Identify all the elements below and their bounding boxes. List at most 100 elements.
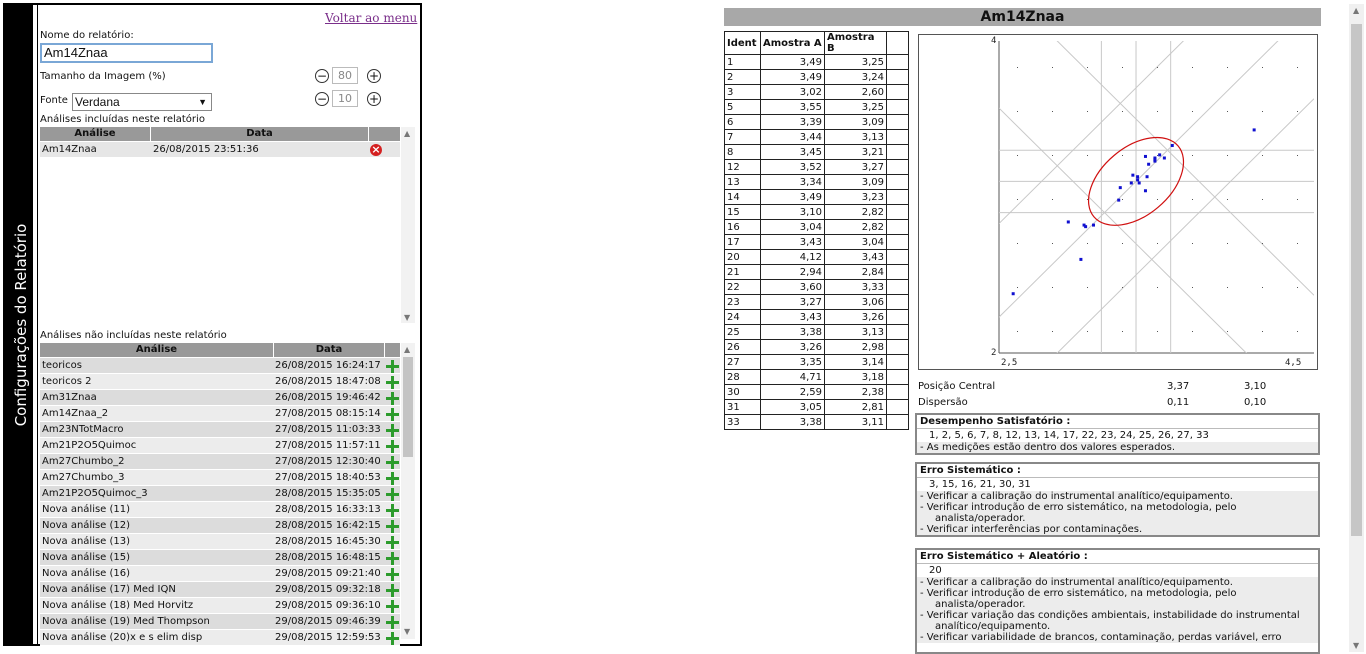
excluded-row[interactable]: Nova análise (17) Med IQN 29/08/2015 09:3…	[40, 582, 400, 598]
scroll-thumb[interactable]	[1351, 24, 1362, 536]
excluded-row[interactable]: Nova análise (20)x e s elim disp 29/08/20…	[40, 630, 400, 646]
font-size-increase-icon[interactable]: +	[367, 92, 381, 106]
add-icon[interactable]	[386, 536, 399, 549]
grid-dot	[1157, 331, 1158, 332]
excluded-row[interactable]: Am14Znaa_2 27/08/2015 08:15:14	[40, 406, 400, 422]
add-icon[interactable]	[386, 472, 399, 485]
excluded-row[interactable]: Nova análise (11) 28/08/2015 16:33:13	[40, 502, 400, 518]
data-point	[1118, 186, 1122, 190]
diagnosis-ids: 20	[917, 564, 1318, 577]
excluded-row[interactable]: Nova análise (12) 28/08/2015 16:42:15	[40, 518, 400, 534]
data-point	[1136, 178, 1140, 182]
grid-dot	[1227, 155, 1228, 156]
excluded-row[interactable]: Am21P2O5Quimoc_3 28/08/2015 15:35:05	[40, 486, 400, 502]
grid-dot	[1297, 67, 1298, 68]
add-icon[interactable]	[386, 568, 399, 581]
analysis-name: Nova análise (20)x e s elim disp	[42, 632, 203, 643]
add-icon[interactable]	[386, 584, 399, 597]
table-cell: 3,02	[760, 84, 825, 100]
table-cell: 3,05	[760, 399, 825, 415]
font-size-value[interactable]: 10	[332, 90, 358, 107]
table-row: 26 3,26 2,98	[724, 339, 909, 355]
x-tick-label: 4,5	[1285, 358, 1301, 368]
size-decrease-icon[interactable]: −	[315, 69, 329, 83]
analysis-name: Am27Chumbo_3	[42, 472, 125, 483]
data-point	[1147, 162, 1151, 166]
page-scrollbar[interactable]: ▲ ▼	[1349, 4, 1364, 652]
table-cell: 21	[724, 264, 761, 280]
excluded-row[interactable]: Am27Chumbo_3 27/08/2015 18:40:53	[40, 470, 400, 486]
add-icon[interactable]	[386, 424, 399, 437]
add-icon[interactable]	[386, 408, 399, 421]
scroll-down-icon[interactable]: ▼	[404, 313, 410, 322]
excluded-row[interactable]: Am23NTotMacro 27/08/2015 11:03:33	[40, 422, 400, 438]
back-to-menu-link[interactable]: Voltar ao menu	[325, 11, 417, 25]
table-cell: 15	[724, 204, 761, 220]
report-name-input[interactable]: Am14Znaa	[40, 43, 213, 63]
add-icon[interactable]	[386, 392, 399, 405]
table-cell: 6	[724, 114, 761, 130]
table-cell: 2,82	[824, 204, 887, 220]
scroll-thumb[interactable]	[403, 357, 413, 457]
grid-dot	[1227, 67, 1228, 68]
size-increase-icon[interactable]: +	[367, 69, 381, 83]
add-icon[interactable]	[386, 632, 399, 645]
add-icon[interactable]	[386, 360, 399, 373]
excluded-col-date: Data	[274, 343, 384, 357]
add-icon[interactable]	[386, 552, 399, 565]
table-row: 13 3,34 3,09	[724, 174, 909, 190]
add-icon[interactable]	[386, 616, 399, 629]
add-icon[interactable]	[386, 520, 399, 533]
add-icon[interactable]	[386, 456, 399, 469]
anti-diagonal-line	[1056, 41, 1314, 296]
table-cell-spacer	[886, 309, 909, 325]
y-tick-label: 2	[991, 348, 996, 358]
grid-dot	[1262, 67, 1263, 68]
included-scrollbar[interactable]: ▲ ▼	[401, 127, 415, 323]
scroll-up-icon[interactable]: ▲	[404, 345, 410, 354]
table-row: 20 4,12 3,43	[724, 249, 909, 265]
analysis-date: 27/08/2015 18:40:53	[275, 472, 381, 483]
analysis-name: Nova análise (15)	[42, 552, 131, 563]
diagnosis-note: - Verificar a calibração do instrumental…	[917, 577, 1318, 588]
excluded-row[interactable]: Nova análise (19) Med Thompson 29/08/2015…	[40, 614, 400, 630]
table-cell-spacer	[886, 294, 909, 310]
table-row: 23 3,27 3,06	[724, 294, 909, 310]
diagnosis-note: - Verificar introdução de erro sistemáti…	[917, 588, 1318, 599]
y-tick-label: 4	[991, 36, 996, 46]
excluded-row[interactable]: Am21P2O5Quimoc 27/08/2015 11:57:11	[40, 438, 400, 454]
font-select[interactable]: Verdana ▼	[72, 93, 212, 111]
scroll-up-icon[interactable]: ▲	[404, 129, 410, 138]
table-cell-spacer	[886, 264, 909, 280]
diagnosis-title: Erro Sistemático :	[917, 464, 1318, 478]
table-cell-spacer	[886, 54, 909, 70]
add-icon[interactable]	[386, 600, 399, 613]
excluded-scrollbar[interactable]: ▲ ▼	[401, 343, 415, 639]
add-icon[interactable]	[386, 488, 399, 501]
scroll-down-icon[interactable]: ▼	[1353, 641, 1359, 650]
excluded-row[interactable]: teoricos 26/08/2015 16:24:17	[40, 358, 400, 374]
analysis-date: 26/08/2015 19:46:42	[275, 392, 381, 403]
grid-dot	[1227, 331, 1228, 332]
scroll-up-icon[interactable]: ▲	[1353, 6, 1359, 15]
add-icon[interactable]	[386, 440, 399, 453]
grid-dot	[1017, 331, 1018, 332]
analysis-date: 28/08/2015 16:48:15	[275, 552, 381, 563]
add-icon[interactable]	[386, 504, 399, 517]
excluded-row[interactable]: Nova análise (16) 29/08/2015 09:21:40	[40, 566, 400, 582]
excluded-row[interactable]: Nova análise (15) 28/08/2015 16:48:15	[40, 550, 400, 566]
table-cell: 22	[724, 279, 761, 295]
remove-icon[interactable]: ×	[370, 144, 382, 156]
scroll-down-icon[interactable]: ▼	[404, 627, 410, 636]
analysis-date: 27/08/2015 08:15:14	[275, 408, 381, 419]
excluded-row[interactable]: Am31Znaa 26/08/2015 19:46:42	[40, 390, 400, 406]
image-size-value[interactable]: 80	[332, 67, 358, 84]
excluded-row[interactable]: Am27Chumbo_2 27/08/2015 12:30:40	[40, 454, 400, 470]
excluded-row[interactable]: Nova análise (18) Med Horvitz 29/08/2015 …	[40, 598, 400, 614]
dispersion-a: 0,11	[1167, 397, 1190, 408]
excluded-row[interactable]: Nova análise (13) 28/08/2015 16:45:30	[40, 534, 400, 550]
font-size-decrease-icon[interactable]: −	[315, 92, 329, 106]
add-icon[interactable]	[386, 376, 399, 389]
excluded-row[interactable]: teoricos 2 26/08/2015 18:47:08	[40, 374, 400, 390]
included-row[interactable]: Am14Znaa 26/08/2015 23:51:36 ×	[40, 142, 400, 158]
